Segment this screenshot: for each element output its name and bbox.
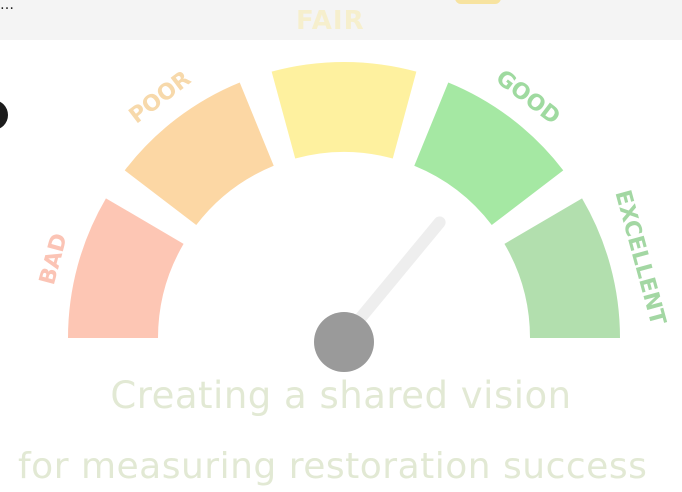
tagline-line-2: for measuring restoration success — [18, 446, 648, 487]
gauge-label-excellent: EXCELLENT — [610, 187, 671, 328]
gauge-hub — [314, 312, 374, 372]
gauge-segment-excellent — [504, 198, 620, 338]
slide-canvas: … FAIR BAD POOR GOOD EXCELLENT Creating a s… — [0, 0, 682, 492]
tagline-line-1: Creating a shared vision — [110, 374, 572, 417]
gauge: BADPOOR GOODEXCELLENT — [35, 62, 671, 372]
gauge-label-bad: BAD — [35, 231, 73, 288]
gauge-segment-fair — [271, 62, 417, 159]
gauge-segment-bad — [68, 198, 184, 338]
